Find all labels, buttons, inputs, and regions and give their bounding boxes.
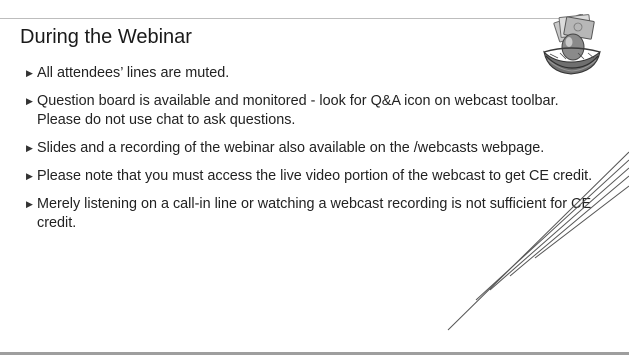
bullet-item: ▶ Please note that you must access the l…: [26, 167, 596, 186]
bullet-text: Merely listening on a call-in line or wa…: [37, 196, 592, 231]
bullet-text: All attendees’ lines are muted.: [37, 65, 230, 81]
bullet-item: ▶ Slides and a recording of the webinar …: [26, 139, 596, 158]
bullet-marker: ▶: [26, 171, 33, 181]
bullet-item: ▶ Merely listening on a call-in line or …: [26, 195, 596, 233]
bullet-marker: ▶: [26, 68, 33, 78]
bullet-marker: ▶: [26, 96, 33, 106]
bullet-item: ▶ Question board is available and monito…: [26, 92, 596, 130]
slide: During the Webinar ▶ All attendees’ line…: [0, 0, 629, 355]
bullet-text: Question board is available and monitore…: [37, 93, 559, 128]
bullet-text: Slides and a recording of the webinar al…: [37, 140, 545, 156]
bullet-marker: ▶: [26, 143, 33, 153]
bullet-marker: ▶: [26, 199, 33, 209]
title-divider: [0, 18, 582, 19]
bullet-item: ▶ All attendees’ lines are muted.: [26, 64, 596, 83]
slide-title: During the Webinar: [20, 26, 192, 48]
bullet-list: ▶ All attendees’ lines are muted. ▶ Ques…: [26, 64, 596, 242]
bullet-text: Please note that you must access the liv…: [37, 168, 593, 184]
